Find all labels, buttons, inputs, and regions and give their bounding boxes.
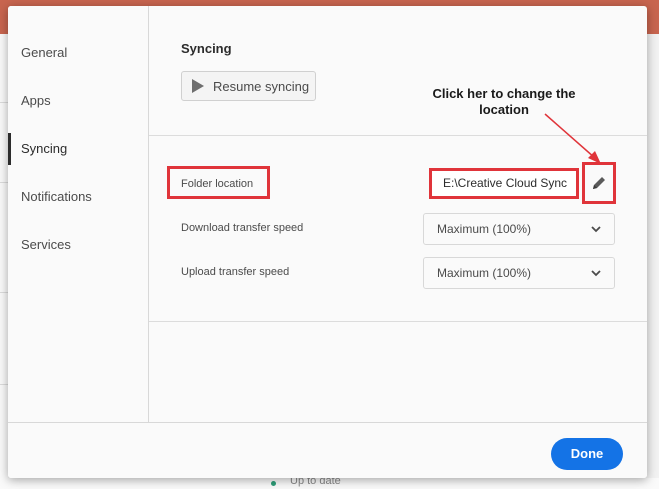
preferences-dialog: General Apps Syncing Notifications Servi…	[8, 6, 647, 478]
sidebar-item-services[interactable]: Services	[8, 227, 148, 263]
status-dot-icon	[271, 481, 276, 486]
download-speed-label: Download transfer speed	[181, 222, 304, 234]
chevron-down-icon	[591, 226, 601, 233]
sidebar-item-apps[interactable]: Apps	[8, 83, 148, 119]
chevron-down-icon	[591, 270, 601, 277]
syncing-panel: Syncing Resume syncing Click her to chan…	[149, 6, 647, 422]
background-app-footer: Up to date	[0, 475, 659, 489]
section-title: Syncing	[181, 41, 232, 56]
folder-location-label: Folder location	[181, 178, 254, 190]
sidebar-item-syncing[interactable]: Syncing	[8, 131, 148, 167]
play-icon	[192, 79, 204, 93]
annotation-arrow	[544, 113, 601, 164]
download-speed-select[interactable]: Maximum (100%)	[423, 213, 615, 245]
upload-speed-label: Upload transfer speed	[181, 266, 290, 278]
sidebar-item-notifications[interactable]: Notifications	[8, 179, 148, 215]
edit-folder-location-button[interactable]	[582, 162, 616, 204]
download-speed-value: Maximum (100%)	[437, 222, 532, 236]
dialog-footer: Done	[8, 422, 647, 478]
resume-syncing-label: Resume syncing	[213, 78, 310, 94]
upload-speed-select[interactable]: Maximum (100%)	[423, 257, 615, 289]
annotation-line-1: Click her to change the	[432, 86, 576, 101]
preferences-sidebar: General Apps Syncing Notifications Servi…	[8, 6, 149, 422]
folder-location-field: E:\Creative Cloud Sync	[429, 168, 579, 199]
divider	[149, 321, 647, 322]
sidebar-item-general[interactable]: General	[8, 35, 148, 71]
upload-speed-value: Maximum (100%)	[437, 266, 532, 280]
resume-syncing-button[interactable]: Resume syncing	[181, 71, 316, 101]
pencil-icon	[593, 177, 605, 189]
done-button[interactable]: Done	[551, 438, 623, 470]
background-app-panel	[0, 34, 8, 489]
